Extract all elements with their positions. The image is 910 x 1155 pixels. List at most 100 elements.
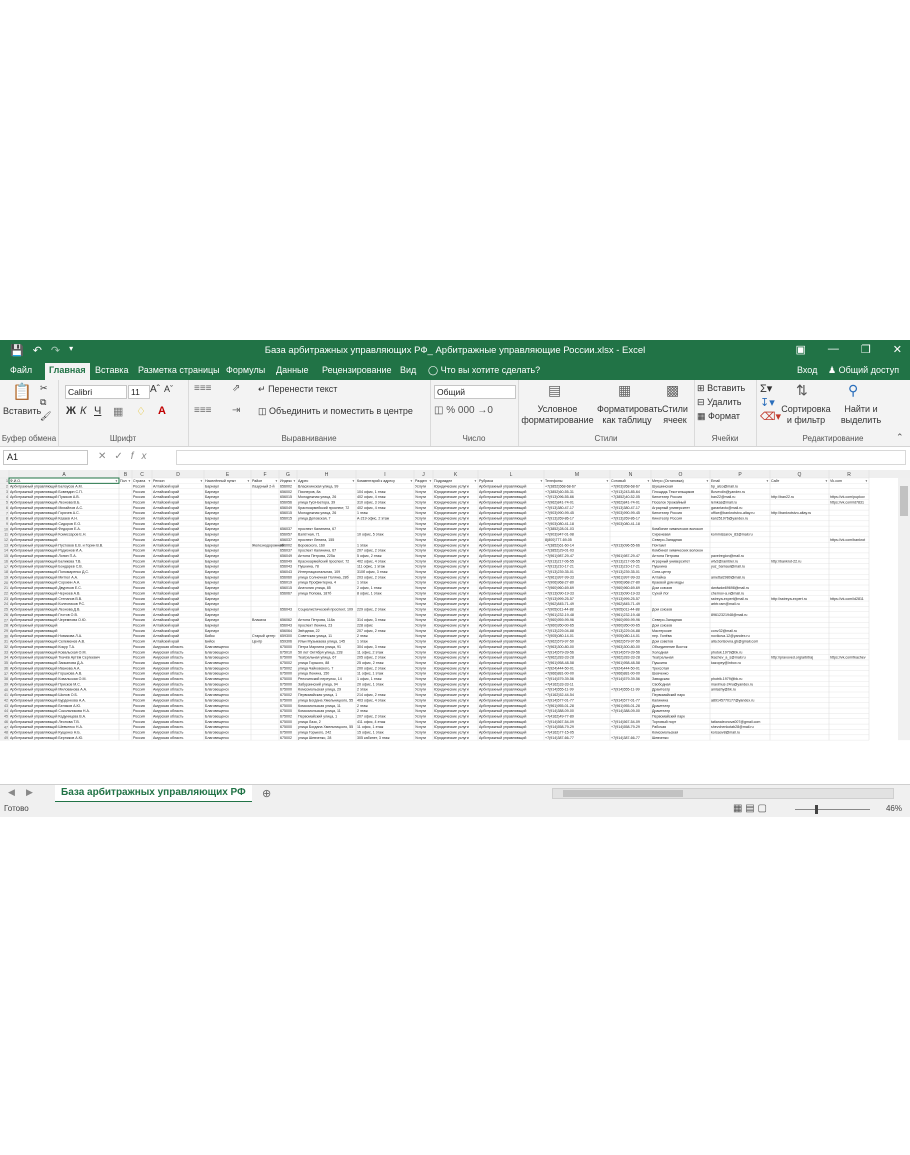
table-cell[interactable]: Россия [133, 565, 145, 569]
table-cell[interactable]: Рабочая [652, 725, 666, 729]
table-cell[interactable]: a89145770177@yandex.ru [711, 698, 754, 702]
header-cell[interactable]: Email [711, 479, 720, 483]
table-cell[interactable]: Барнаул [205, 549, 219, 553]
table-cell[interactable]: Юридические услуги [434, 629, 469, 633]
table-cell[interactable]: Арбитражный управляющий [479, 731, 526, 735]
table-cell[interactable]: Юридические услуги [434, 618, 469, 622]
table-cell[interactable]: +7(961)987-29-47 [611, 554, 640, 558]
sheet-scroll-right-icon[interactable]: ▶ [26, 787, 33, 798]
table-cell[interactable]: +7(3852)60-55-31 [545, 490, 574, 494]
cell-styles-icon[interactable]: ▩ [666, 382, 679, 399]
table-cell[interactable]: +7(960)960-69-69 [545, 586, 574, 590]
ribbon-display-icon[interactable]: ▣ [796, 343, 806, 356]
table-cell[interactable]: Арбитражный управляющий [479, 650, 526, 654]
table-cell[interactable]: Заводская [652, 677, 670, 681]
table-cell[interactable]: Юридические услуги [434, 484, 469, 488]
table-cell[interactable]: Россия [133, 677, 145, 681]
table-cell[interactable]: +7(913)096-55-66 [611, 543, 640, 547]
table-cell[interactable]: +7(913)210-17-21 [611, 565, 640, 569]
underline-button[interactable]: Ч [94, 405, 101, 417]
table-cell[interactable]: Арбитражный управляющий [479, 484, 526, 488]
header-cell[interactable]: Метро (Остановка) [652, 479, 684, 483]
table-cell[interactable]: Комбинат химических волокон [652, 527, 703, 531]
table-cell[interactable]: +7(913)217-06-55 [545, 559, 574, 563]
table-cell[interactable]: Арбитражный управляющий [479, 602, 526, 606]
table-cell[interactable]: 10 офис, 5 этаж [357, 533, 384, 537]
table-cell[interactable]: Амурская область [153, 693, 183, 697]
table-cell[interactable]: +7(914)388-09-00 [611, 709, 640, 713]
table-cell[interactable]: Bovevdin@yandex.ru [711, 490, 745, 494]
table-cell[interactable]: Бийск [205, 634, 215, 638]
row-number[interactable]: 36 [4, 666, 8, 670]
table-cell[interactable]: 207 офис, 2 этаж [357, 629, 386, 633]
shrink-font-icon[interactable]: Aˇ [164, 384, 173, 394]
table-cell[interactable]: 656062 [280, 618, 292, 622]
table-cell[interactable]: Юридические услуги [434, 736, 469, 740]
table-cell[interactable]: Комсомольская улица, 11 [298, 709, 341, 713]
table-cell[interactable]: Юридические услуги [434, 720, 469, 724]
table-cell[interactable]: Услуги [415, 495, 426, 499]
table-cell[interactable]: Россия [133, 511, 145, 515]
table-cell[interactable]: Калинина [652, 698, 668, 702]
table-cell[interactable]: Арбитражный управляющий [479, 506, 526, 510]
table-cell[interactable]: +7(4162)49-77-89 [545, 714, 574, 718]
table-cell[interactable]: Благовещенск [205, 704, 229, 708]
table-cell[interactable]: Барнаул [205, 527, 219, 531]
table-cell[interactable]: 402 офис, 4 этаж [357, 559, 386, 563]
row-number[interactable]: 23 [4, 597, 8, 601]
table-cell[interactable]: wtv2@rambler.ru [711, 559, 738, 563]
row-number[interactable]: 8 [6, 517, 8, 521]
table-cell[interactable]: Благовещенск [205, 709, 229, 713]
table-cell[interactable]: Алтайский край [153, 506, 179, 510]
table-cell[interactable]: Юридические услуги [434, 506, 469, 510]
percent-comma-icons[interactable]: ◫ % 000 →0 [434, 405, 493, 416]
table-cell[interactable]: +7(913)999-25-57 [545, 597, 574, 601]
row-number[interactable]: 22 [4, 592, 8, 596]
table-cell[interactable]: Юридические услуги [434, 661, 469, 665]
table-cell[interactable]: Алтайский край [153, 500, 179, 504]
row-number[interactable]: 32 [4, 645, 8, 649]
table-cell[interactable]: улица Шевченко, 28 [298, 736, 331, 740]
table-cell[interactable]: Юридические услуги [434, 672, 469, 676]
table-cell[interactable]: 675000 [280, 725, 292, 729]
table-cell[interactable]: +7(913)269-86-17 [545, 517, 574, 521]
table-cell[interactable]: +7(905)011-44-88 [545, 607, 574, 611]
table-cell[interactable]: Арбитражный управляющий Белоусов А.М. [10, 484, 83, 488]
table-cell[interactable]: Юридические услуги [434, 581, 469, 585]
table-cell[interactable]: Арбитражный управляющий Заиканова Д.А. [10, 661, 84, 665]
table-cell[interactable]: 659306 [280, 640, 292, 644]
table-cell[interactable]: Арбитражный управляющий [10, 629, 57, 633]
table-cell[interactable]: Алтайский край [153, 629, 179, 633]
table-cell[interactable]: Россия [133, 698, 145, 702]
table-cell[interactable]: amlashy@bk.ru [711, 688, 736, 692]
row-number[interactable]: 21 [4, 586, 8, 590]
table-cell[interactable]: Барнаул [205, 500, 219, 504]
tab-view[interactable]: Вид [400, 365, 416, 375]
table-cell[interactable]: Юридические услуги [434, 677, 469, 681]
table-cell[interactable]: Арбитражный управляющий Сокольникова Н.А… [10, 709, 90, 713]
table-cell[interactable]: Барнаул [205, 629, 219, 633]
table-cell[interactable]: +7(960)959-99-96 [545, 618, 574, 622]
table-cell[interactable]: Благовещенск [205, 677, 229, 681]
table-cell[interactable]: Россия [133, 645, 145, 649]
row-number[interactable]: 14 [4, 549, 8, 553]
table-cell[interactable]: Юридические услуги [434, 725, 469, 729]
filter-dropdown-icon[interactable]: ▾ [707, 479, 709, 483]
table-cell[interactable]: +7(913)096-55-66 [545, 495, 574, 499]
table-cell[interactable]: улица Богдана Хмельницкого, 55 [298, 698, 353, 702]
table-cell[interactable]: Амурская область [153, 704, 183, 708]
table-cell[interactable]: Арбитражный управляющий Митгел А.А. [10, 575, 78, 579]
table-cell[interactable]: Россия [133, 500, 145, 504]
table-cell[interactable]: Арбитражный управляющий [10, 538, 57, 542]
table-cell[interactable]: Благовещенск [205, 731, 229, 735]
filter-dropdown-icon[interactable]: ▾ [430, 479, 432, 483]
row-number[interactable]: 10 [4, 527, 8, 531]
table-cell[interactable]: Россия [133, 613, 145, 617]
table-cell[interactable]: Арбитражный управляющий Бурденкова А.А. [10, 698, 86, 702]
table-cell[interactable]: Юридические услуги [434, 709, 469, 713]
filter-dropdown-icon[interactable]: ▾ [648, 479, 650, 483]
table-cell[interactable]: 402 офис, 4 этаж [357, 506, 386, 510]
table-cell[interactable]: Амурская область [153, 688, 183, 692]
filter-dropdown-icon[interactable]: ▾ [276, 479, 278, 483]
table-cell[interactable]: Арбитражный управляющий [479, 624, 526, 628]
